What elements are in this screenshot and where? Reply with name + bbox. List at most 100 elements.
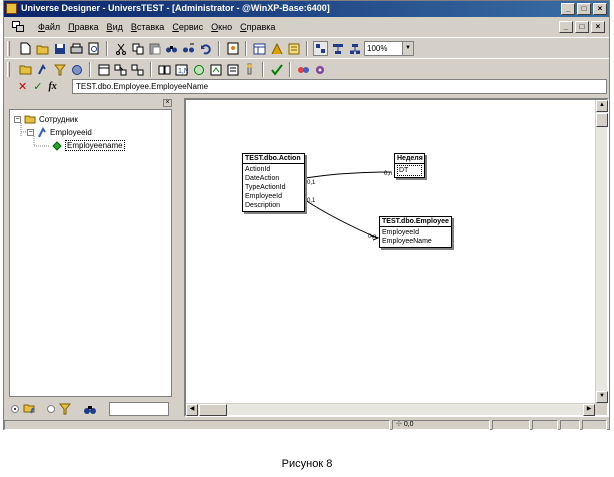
paste-icon[interactable]: [147, 41, 162, 56]
vertical-scrollbar[interactable]: ▲ ▼: [595, 100, 608, 403]
close-button[interactable]: ×: [593, 3, 607, 15]
status-message: [4, 420, 390, 430]
column-actionid[interactable]: ActionId: [245, 165, 302, 174]
link-icon[interactable]: [296, 62, 311, 77]
class-icon[interactable]: [18, 62, 33, 77]
column-employeeid[interactable]: EmployeeId: [245, 192, 302, 201]
conditions-radio[interactable]: [47, 404, 55, 413]
vertical-scroll-thumb[interactable]: [596, 113, 608, 127]
toolbar-grip[interactable]: [7, 41, 10, 56]
horizontal-scrollbar[interactable]: ◀ ▶: [186, 403, 595, 416]
hierarchy-icon[interactable]: [69, 62, 84, 77]
menu-insert[interactable]: Вставка: [127, 22, 168, 32]
print-icon[interactable]: [69, 41, 84, 56]
doc-restore-button[interactable]: □: [575, 21, 589, 33]
chevron-down-icon[interactable]: ▼: [402, 42, 413, 55]
cardinality-label: 0,1: [307, 180, 316, 186]
table-week[interactable]: Неделя DT: [394, 153, 425, 178]
refresh-icon[interactable]: [208, 62, 223, 77]
pane-splitter[interactable]: [176, 98, 182, 417]
settings-icon[interactable]: [313, 62, 328, 77]
zoom-select[interactable]: 100% ▼: [364, 41, 414, 56]
column-typeactionid[interactable]: TypeActionId: [245, 183, 302, 192]
open-icon[interactable]: [35, 41, 50, 56]
parameters-icon[interactable]: [225, 62, 240, 77]
join-action-week: [304, 171, 392, 179]
contexts-icon[interactable]: [286, 41, 301, 56]
menu-tools[interactable]: Сервис: [168, 22, 207, 32]
new-icon[interactable]: [18, 41, 33, 56]
document-icon[interactable]: [12, 21, 24, 32]
maximize-button[interactable]: □: [577, 3, 591, 15]
editing-toolbar: 1,N: [4, 58, 609, 79]
minimize-button[interactable]: _: [561, 3, 575, 15]
detect-cardinality-icon[interactable]: [157, 62, 172, 77]
universe-tree[interactable]: − Сотрудник − Employeeid Employeename: [9, 109, 172, 397]
status-cell: [532, 420, 558, 430]
scroll-up-icon[interactable]: ▲: [596, 100, 608, 112]
view-icon[interactable]: [225, 41, 240, 56]
detect-contexts-icon[interactable]: 1,N: [174, 62, 189, 77]
app-icon: [6, 3, 17, 14]
classes-radio[interactable]: [11, 404, 19, 413]
arrange-icon[interactable]: [313, 41, 328, 56]
status-cell: [492, 420, 530, 430]
cardinality-label: 0,1: [307, 198, 316, 204]
scroll-corner: [595, 403, 607, 415]
check-integrity-icon[interactable]: [191, 62, 206, 77]
title-bar: Universe Designer - UniversTEST - [Admin…: [4, 1, 609, 17]
column-employeename[interactable]: EmployeeName: [382, 237, 449, 246]
menu-file[interactable]: Файл: [34, 22, 64, 32]
menu-view[interactable]: Вид: [103, 22, 127, 32]
column-employeeid[interactable]: EmployeeId: [382, 228, 449, 237]
find-next-icon[interactable]: [181, 41, 196, 56]
horizontal-scroll-thumb[interactable]: [199, 404, 227, 416]
structure-pane[interactable]: TEST.dbo.Action ActionId DateAction Type…: [184, 98, 609, 417]
copy-icon[interactable]: [130, 41, 145, 56]
formula-bar: ✕ ✓ fx TEST.dbo.Employee.EmployeeName: [4, 79, 609, 94]
binoculars-icon[interactable]: [83, 403, 97, 415]
menu-edit[interactable]: Правка: [64, 22, 102, 32]
print-preview-icon[interactable]: [86, 41, 101, 56]
doc-close-button[interactable]: ×: [591, 21, 605, 33]
object-icon[interactable]: [35, 62, 50, 77]
save-icon[interactable]: [52, 41, 67, 56]
security-icon[interactable]: [242, 62, 257, 77]
cut-icon[interactable]: [113, 41, 128, 56]
column-description[interactable]: Description: [245, 201, 302, 210]
undo-icon[interactable]: [198, 41, 213, 56]
filter-icon: [59, 403, 71, 414]
confirm-icon[interactable]: ✓: [33, 80, 42, 93]
doc-minimize-button[interactable]: _: [559, 21, 573, 33]
cardinality-label: 0,n: [384, 171, 393, 177]
scroll-left-icon[interactable]: ◀: [186, 404, 198, 416]
condition-icon[interactable]: [52, 62, 67, 77]
table-browser-icon[interactable]: [252, 41, 267, 56]
pane-close-icon[interactable]: ×: [163, 99, 172, 107]
detect-joins-icon[interactable]: [130, 62, 145, 77]
check-icon[interactable]: [269, 62, 284, 77]
insert-table-icon[interactable]: [96, 62, 111, 77]
formula-input[interactable]: TEST.dbo.Employee.EmployeeName: [72, 79, 607, 94]
table-action[interactable]: TEST.dbo.Action ActionId DateAction Type…: [242, 153, 305, 212]
column-dateaction[interactable]: DateAction: [245, 174, 302, 183]
zoom-in-icon[interactable]: [330, 41, 345, 56]
find-icon[interactable]: [164, 41, 179, 56]
cardinality-label: 0,n: [368, 234, 377, 240]
crosshair-icon: ✣: [396, 421, 402, 428]
joins-icon[interactable]: [269, 41, 284, 56]
table-action-title: TEST.dbo.Action: [243, 154, 304, 164]
cancel-icon[interactable]: ✕: [18, 80, 27, 93]
join-icon[interactable]: [113, 62, 128, 77]
join-lines: [304, 171, 392, 241]
menu-window[interactable]: Окно: [207, 22, 236, 32]
menu-help[interactable]: Справка: [236, 22, 279, 32]
column-dt[interactable]: DT: [397, 165, 422, 176]
scroll-down-icon[interactable]: ▼: [596, 391, 608, 403]
table-employee[interactable]: TEST.dbo.Employee EmployeeId EmployeeNam…: [379, 216, 452, 248]
scroll-right-icon[interactable]: ▶: [583, 404, 595, 416]
toolbar-grip[interactable]: [7, 62, 10, 77]
function-icon[interactable]: fx: [48, 81, 56, 92]
zoom-out-icon[interactable]: [347, 41, 362, 56]
search-input[interactable]: [109, 401, 169, 416]
